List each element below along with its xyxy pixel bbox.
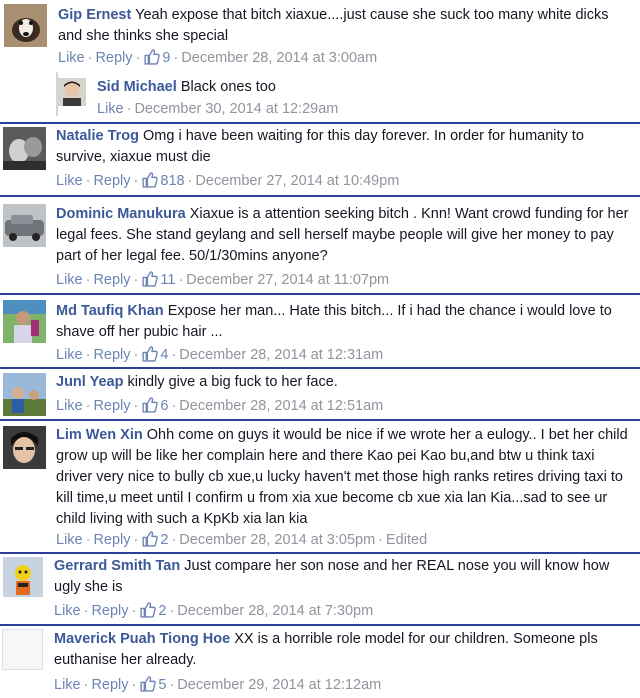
thumbs-up-icon[interactable] xyxy=(141,345,159,362)
thumbs-up-icon[interactable] xyxy=(141,396,159,413)
comment-body: Md Taufiq Khan Expose her man... Hate th… xyxy=(56,301,634,343)
reply-link[interactable]: Reply xyxy=(91,677,128,693)
commenter-name[interactable]: Lim Wen Xin xyxy=(56,427,143,443)
separator xyxy=(0,419,640,421)
avatar[interactable] xyxy=(3,557,43,597)
comment-actions: Like · Reply · 2 · December 28, 2014 at 3:05pm… xyxy=(56,530,428,548)
commenter-name[interactable]: Dominic Manukura xyxy=(56,206,186,222)
thumbs-up-icon[interactable] xyxy=(141,171,159,188)
comment-thread: Gip Ernest Yeah expose that bitch xiaxue… xyxy=(0,0,640,698)
thumbs-up-icon[interactable] xyxy=(139,675,157,692)
avatar[interactable] xyxy=(3,204,46,247)
timestamp[interactable]: December 28, 2014 at 3:05pm xyxy=(179,532,375,548)
thumbs-up-icon[interactable] xyxy=(143,48,161,65)
like-link[interactable]: Like xyxy=(54,603,81,619)
comment-body: Lim Wen Xin Ohh come on guys it would be… xyxy=(56,425,634,530)
timestamp[interactable]: December 28, 2014 at 3:00am xyxy=(181,50,377,66)
comment-body: Sid Michael Black ones too xyxy=(97,77,634,98)
avatar[interactable] xyxy=(3,373,46,416)
comment-actions: Like · December 30, 2014 at 12:29am xyxy=(97,101,339,117)
comment-actions: Like · Reply · 6 · December 28, 2014 at 12:51a… xyxy=(56,396,384,414)
commenter-name[interactable]: Gip Ernest xyxy=(58,7,131,23)
like-link[interactable]: Like xyxy=(56,347,83,363)
like-link[interactable]: Like xyxy=(54,677,81,693)
comment-body: Junl Yeap kindly give a big fuck to her … xyxy=(56,372,634,393)
like-link[interactable]: Like xyxy=(56,532,83,548)
reply-link[interactable]: Reply xyxy=(93,272,130,288)
edited-label[interactable]: Edited xyxy=(386,532,427,548)
like-link[interactable]: Like xyxy=(56,173,83,189)
reply-link[interactable]: Reply xyxy=(93,532,130,548)
timestamp[interactable]: December 28, 2014 at 7:30pm xyxy=(177,603,373,619)
avatar[interactable] xyxy=(3,300,46,343)
commenter-name[interactable]: Natalie Trog xyxy=(56,128,139,144)
thumbs-up-icon[interactable] xyxy=(141,530,159,547)
comment-body: Gip Ernest Yeah expose that bitch xiaxue… xyxy=(58,5,634,47)
separator xyxy=(0,195,640,197)
comment-body: Natalie Trog Omg i have been waiting for… xyxy=(56,126,634,168)
avatar[interactable] xyxy=(2,629,43,670)
timestamp[interactable]: December 30, 2014 at 12:29am xyxy=(134,101,338,117)
like-count: 11 xyxy=(160,272,176,288)
comment-body: Dominic Manukura Xiaxue is a attention s… xyxy=(56,204,634,267)
comment-actions: Like · Reply · 2 · December 28, 2014 at 7:30pm xyxy=(54,601,374,619)
timestamp[interactable]: December 27, 2014 at 11:07pm xyxy=(186,272,389,288)
reply-link[interactable]: Reply xyxy=(95,50,132,66)
reply-link[interactable]: Reply xyxy=(93,398,130,414)
separator xyxy=(0,293,640,295)
timestamp[interactable]: December 28, 2014 at 12:31am xyxy=(179,347,383,363)
separator xyxy=(0,624,640,626)
comment-body: Maverick Puah Tiong Hoe XX is a horrible… xyxy=(54,629,634,671)
comment-actions: Like · Reply · 11 · December 27, 2014 at 11:07… xyxy=(56,270,390,288)
avatar[interactable] xyxy=(3,127,46,170)
comment-actions: Like · Reply · 4 · December 28, 2014 at 12:31a… xyxy=(56,345,384,363)
commenter-name[interactable]: Md Taufiq Khan xyxy=(56,303,164,319)
reply-link[interactable]: Reply xyxy=(91,603,128,619)
like-count: 818 xyxy=(160,173,185,189)
thumbs-up-icon[interactable] xyxy=(141,270,159,287)
avatar[interactable] xyxy=(3,426,46,469)
avatar[interactable] xyxy=(4,4,47,47)
avatar[interactable] xyxy=(58,78,86,106)
comment-body: Gerrard Smith Tan Just compare her son n… xyxy=(54,556,634,598)
comment-actions: Like · Reply · 5 · December 29, 2014 at 12:12a… xyxy=(54,675,382,693)
commenter-name[interactable]: Gerrard Smith Tan xyxy=(54,558,180,574)
reply-link[interactable]: Reply xyxy=(93,347,130,363)
like-link[interactable]: Like xyxy=(58,50,85,66)
like-link[interactable]: Like xyxy=(56,398,83,414)
commenter-name[interactable]: Sid Michael xyxy=(97,79,177,95)
comment-actions: Like · Reply · 9 · December 28, 2014 at 3:00am xyxy=(58,48,378,66)
timestamp[interactable]: December 27, 2014 at 10:49pm xyxy=(195,173,399,189)
separator xyxy=(0,552,640,554)
reply-link[interactable]: Reply xyxy=(93,173,130,189)
separator xyxy=(0,122,640,124)
separator xyxy=(0,367,640,369)
timestamp[interactable]: December 29, 2014 at 12:12am xyxy=(177,677,381,693)
like-link[interactable]: Like xyxy=(56,272,83,288)
timestamp[interactable]: December 28, 2014 at 12:51am xyxy=(179,398,383,414)
comment-text: kindly give a big fuck to her face. xyxy=(127,374,338,390)
comment-text: Yeah expose that bitch xiaxue....just ca… xyxy=(58,7,609,44)
like-link[interactable]: Like xyxy=(97,101,124,117)
comment-actions: Like · Reply · 818 · December 27, 2014 at 10:4… xyxy=(56,171,400,189)
commenter-name[interactable]: Maverick Puah Tiong Hoe xyxy=(54,631,230,647)
commenter-name[interactable]: Junl Yeap xyxy=(56,374,123,390)
thumbs-up-icon[interactable] xyxy=(139,601,157,618)
comment-text: Black ones too xyxy=(180,79,276,95)
